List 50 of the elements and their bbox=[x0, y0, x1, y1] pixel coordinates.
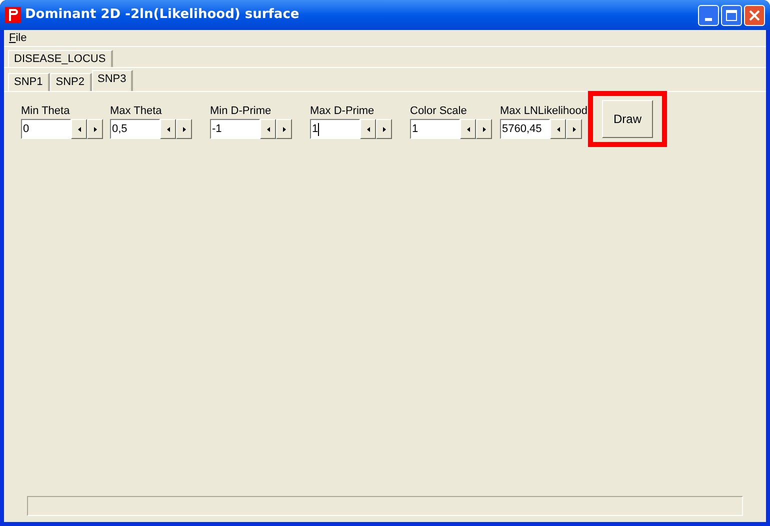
tab[interactable]: SNP1 bbox=[8, 73, 50, 91]
maximize-icon bbox=[726, 10, 737, 20]
left-arrow-icon bbox=[166, 126, 170, 132]
field-label: Max D-Prime bbox=[310, 105, 376, 118]
field-label: Max LNLikelihood bbox=[500, 105, 588, 118]
right-arrow-icon bbox=[482, 126, 486, 132]
increment-button[interactable] bbox=[566, 119, 582, 139]
tab[interactable]: SNP2 bbox=[50, 73, 92, 91]
increment-button[interactable] bbox=[87, 119, 103, 139]
decrement-button[interactable] bbox=[260, 119, 276, 139]
number-field[interactable]: -1 bbox=[210, 119, 260, 139]
right-arrow-icon bbox=[94, 126, 96, 132]
decrement-button[interactable] bbox=[460, 119, 476, 139]
right-arrow-icon bbox=[382, 126, 386, 132]
field-label: Min D-Prime bbox=[210, 105, 272, 118]
right-arrow-icon bbox=[572, 126, 576, 132]
decrement-button[interactable] bbox=[71, 119, 87, 139]
window-title: Dominant 2D -2ln(Likelihood) surface bbox=[25, 6, 300, 24]
field-label: Color Scale bbox=[410, 105, 468, 118]
left-arrow-icon bbox=[78, 126, 80, 132]
tab[interactable]: SNP3 bbox=[92, 70, 134, 91]
minimize-icon bbox=[705, 18, 712, 20]
left-arrow-icon bbox=[556, 126, 560, 132]
maximize-button[interactable] bbox=[721, 4, 742, 26]
left-arrow-icon bbox=[366, 126, 370, 132]
number-field[interactable]: 0,5 bbox=[110, 119, 160, 139]
increment-button[interactable] bbox=[276, 119, 292, 139]
field-label: Min Theta bbox=[21, 105, 71, 118]
increment-button[interactable] bbox=[176, 119, 192, 139]
left-arrow-icon bbox=[266, 126, 270, 132]
close-button[interactable] bbox=[744, 4, 765, 26]
decrement-button[interactable] bbox=[360, 119, 376, 139]
app-logo-icon bbox=[5, 7, 21, 23]
number-field[interactable]: 5760,45 bbox=[500, 119, 550, 139]
increment-button[interactable] bbox=[476, 119, 492, 139]
number-field[interactable]: 0 bbox=[21, 119, 71, 139]
close-icon bbox=[749, 10, 760, 20]
decrement-button[interactable] bbox=[550, 119, 566, 139]
right-arrow-icon bbox=[182, 126, 186, 132]
field-label: Max Theta bbox=[110, 105, 163, 118]
decrement-button[interactable] bbox=[160, 119, 176, 139]
file-menu[interactable]: File bbox=[9, 30, 27, 46]
draw-button[interactable]: Draw bbox=[602, 100, 653, 138]
minimize-button[interactable] bbox=[698, 4, 719, 26]
left-arrow-icon bbox=[466, 126, 470, 132]
increment-button[interactable] bbox=[376, 119, 392, 139]
number-field[interactable]: 1 bbox=[410, 119, 460, 139]
tab[interactable]: DISEASE_LOCUS bbox=[8, 50, 113, 67]
number-field[interactable]: 1 bbox=[310, 119, 360, 139]
right-arrow-icon bbox=[282, 126, 286, 132]
